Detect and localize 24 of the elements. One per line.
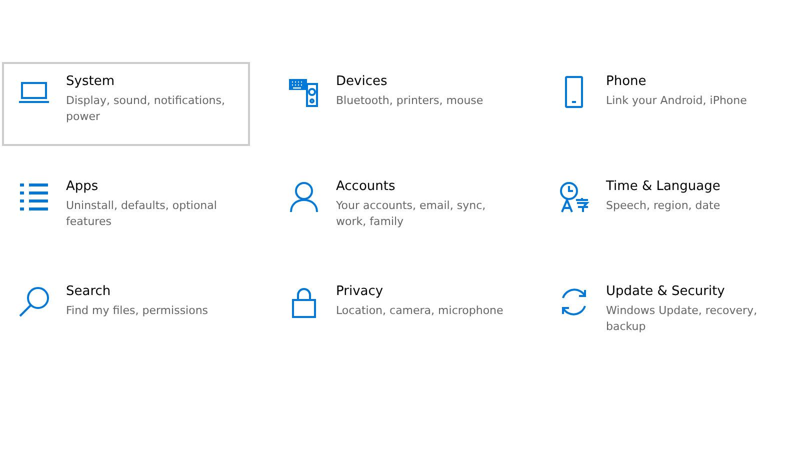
- tile-description: Speech, region, date: [606, 198, 720, 214]
- search-icon: [18, 286, 50, 318]
- tile-title: Devices: [336, 74, 388, 89]
- tile-title: Update & Security: [606, 284, 725, 299]
- list-icon: [18, 181, 50, 213]
- tile-description: Location, camera, microphone: [336, 303, 504, 319]
- tile-description: Link your Android, iPhone: [606, 93, 747, 109]
- keyboard-speaker-icon: [288, 76, 320, 108]
- tile-description: Windows Update, recovery, backup: [606, 303, 758, 335]
- person-icon: [288, 181, 320, 213]
- tile-title: System: [66, 74, 114, 89]
- tile-title: Time & Language: [606, 179, 720, 194]
- settings-tile[interactable]: System Display, sound, notifications, power: [2, 62, 250, 146]
- tile-description: Your accounts, email, sync, work, family: [336, 198, 487, 230]
- clock-language-icon: [558, 181, 590, 213]
- tile-description: Bluetooth, printers, mouse: [336, 93, 484, 109]
- tile-title: Search: [66, 284, 111, 299]
- tile-title: Apps: [66, 179, 98, 194]
- tile-title: Privacy: [336, 284, 384, 299]
- tile-title: Phone: [606, 74, 646, 89]
- tile-description: Display, sound, notifications, power: [66, 93, 226, 125]
- tile-description: Find my files, permissions: [66, 303, 208, 319]
- tile-description: Uninstall, defaults, optional features: [66, 198, 218, 230]
- tile-title: Accounts: [336, 179, 396, 194]
